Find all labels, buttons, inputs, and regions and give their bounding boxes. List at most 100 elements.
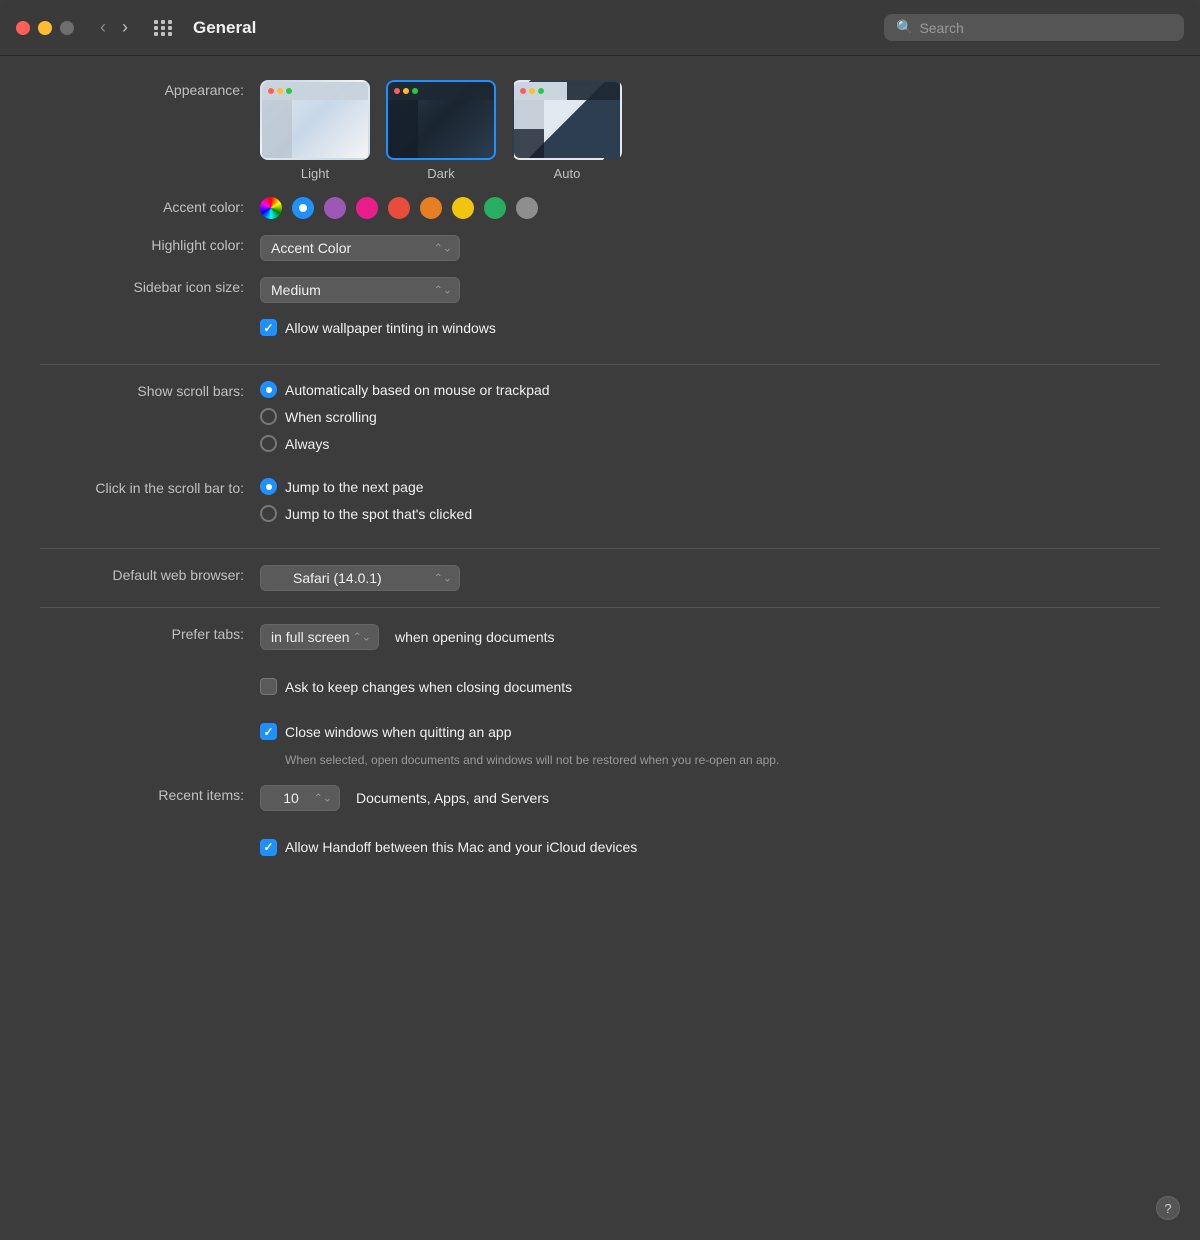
click-next-page-radio[interactable]	[260, 478, 277, 495]
default-browser-section: Default web browser: Safari (14.0.1) Chr…	[40, 565, 1160, 591]
apps-grid-icon[interactable]	[154, 20, 173, 36]
settings-content: Appearance:	[0, 56, 1200, 908]
scroll-bars-content: Automatically based on mouse or trackpad…	[260, 381, 1160, 462]
close-windows-check-icon: ✓	[263, 725, 273, 739]
forward-button[interactable]: ›	[116, 15, 134, 40]
scroll-always-label: Always	[285, 436, 329, 452]
highlight-color-select-wrapper: Accent Color Blue Purple Pink Red Orange…	[260, 235, 460, 261]
page-title: General	[193, 18, 872, 38]
accent-green[interactable]	[484, 197, 506, 219]
scroll-bars-label: Show scroll bars:	[40, 381, 260, 399]
sidebar-icon-size-section: Sidebar icon size: Small Medium Large	[40, 277, 1160, 303]
prefer-tabs-row: always in full screen manually when open…	[260, 624, 1160, 650]
ask-keep-changes-section: Ask to keep changes when closing documen…	[40, 678, 1160, 707]
recent-items-row: 5 10 15 20 30 50 None Documents, Apps, a…	[260, 785, 1160, 811]
recent-items-content: 5 10 15 20 30 50 None Documents, Apps, a…	[260, 785, 1160, 823]
wallpaper-tinting-row: ✓ Allow wallpaper tinting in windows	[260, 319, 1160, 336]
traffic-lights	[16, 21, 74, 35]
close-windows-spacer	[40, 723, 260, 725]
nav-buttons: ‹ ›	[94, 15, 134, 40]
accent-purple[interactable]	[324, 197, 346, 219]
close-button[interactable]	[16, 21, 30, 35]
accent-graphite[interactable]	[516, 197, 538, 219]
recent-items-section: Recent items: 5 10 15 20 30 50 None	[40, 785, 1160, 823]
handoff-row: ✓ Allow Handoff between this Mac and you…	[260, 839, 1160, 856]
help-button[interactable]: ?	[1156, 1196, 1180, 1220]
handoff-section: ✓ Allow Handoff between this Mac and you…	[40, 839, 1160, 868]
search-input[interactable]	[919, 20, 1172, 36]
help-icon: ?	[1164, 1201, 1171, 1216]
handoff-checkbox[interactable]: ✓	[260, 839, 277, 856]
divider-2	[40, 548, 1160, 549]
wallpaper-tinting-checkbox[interactable]: ✓	[260, 319, 277, 336]
sidebar-icon-size-select[interactable]: Small Medium Large	[260, 277, 460, 303]
ask-keep-changes-label: Ask to keep changes when closing documen…	[285, 679, 572, 695]
handoff-spacer	[40, 839, 260, 841]
divider-1	[40, 364, 1160, 365]
scroll-bars-section: Show scroll bars: Automatically based on…	[40, 381, 1160, 462]
click-spot-row: Jump to the spot that's clicked	[260, 505, 1160, 522]
accent-orange[interactable]	[420, 197, 442, 219]
highlight-color-content: Accent Color Blue Purple Pink Red Orange…	[260, 235, 1160, 261]
back-button[interactable]: ‹	[94, 15, 112, 40]
click-scroll-label: Click in the scroll bar to:	[40, 478, 260, 496]
appearance-content: Light	[260, 80, 1160, 181]
titlebar: ‹ › General 🔍	[0, 0, 1200, 56]
accent-multicolor[interactable]	[260, 197, 282, 219]
wallpaper-tinting-section: ✓ Allow wallpaper tinting in windows	[40, 319, 1160, 348]
ask-keep-changes-content: Ask to keep changes when closing documen…	[260, 678, 1160, 707]
close-windows-checkbox[interactable]: ✓	[260, 723, 277, 740]
appearance-option-dark[interactable]: Dark	[386, 80, 496, 181]
accent-red[interactable]	[388, 197, 410, 219]
highlight-color-section: Highlight color: Accent Color Blue Purpl…	[40, 235, 1160, 261]
appearance-options: Light	[260, 80, 1160, 181]
handoff-check-icon: ✓	[263, 840, 273, 854]
appearance-option-auto[interactable]: Auto	[512, 80, 622, 181]
appearance-label: Appearance:	[40, 80, 260, 98]
close-windows-section: ✓ Close windows when quitting an app Whe…	[40, 723, 1160, 769]
wallpaper-tinting-content: ✓ Allow wallpaper tinting in windows	[260, 319, 1160, 348]
search-box[interactable]: 🔍	[884, 14, 1184, 41]
appearance-option-light[interactable]: Light	[260, 80, 370, 181]
prefer-tabs-label: Prefer tabs:	[40, 624, 260, 642]
click-scroll-section: Click in the scroll bar to: Jump to the …	[40, 478, 1160, 532]
scroll-always-radio[interactable]	[260, 435, 277, 452]
minimize-button[interactable]	[38, 21, 52, 35]
wallpaper-tinting-label: Allow wallpaper tinting in windows	[285, 320, 496, 336]
accent-options	[260, 197, 1160, 219]
prefer-tabs-select-wrapper: always in full screen manually	[260, 624, 379, 650]
highlight-color-label: Highlight color:	[40, 235, 260, 253]
prefer-tabs-select[interactable]: always in full screen manually	[260, 624, 379, 650]
accent-yellow[interactable]	[452, 197, 474, 219]
close-windows-row: ✓ Close windows when quitting an app	[260, 723, 1160, 740]
accent-pink[interactable]	[356, 197, 378, 219]
prefer-tabs-content: always in full screen manually when open…	[260, 624, 1160, 662]
close-windows-content: ✓ Close windows when quitting an app Whe…	[260, 723, 1160, 769]
accent-blue[interactable]	[292, 197, 314, 219]
recent-items-select-wrapper: 5 10 15 20 30 50 None	[260, 785, 340, 811]
browser-select-row: Safari (14.0.1) Chrome Firefox	[260, 565, 1160, 591]
appearance-section: Appearance:	[40, 80, 1160, 181]
ask-keep-changes-checkbox[interactable]	[260, 678, 277, 695]
scroll-always-row: Always	[260, 435, 1160, 452]
appearance-label-auto: Auto	[554, 166, 581, 181]
appearance-label-dark: Dark	[427, 166, 454, 181]
scroll-auto-radio[interactable]	[260, 381, 277, 398]
scroll-auto-label: Automatically based on mouse or trackpad	[285, 382, 550, 398]
browser-select[interactable]: Safari (14.0.1) Chrome Firefox	[260, 565, 460, 591]
prefer-tabs-section: Prefer tabs: always in full screen manua…	[40, 624, 1160, 662]
maximize-button[interactable]	[60, 21, 74, 35]
recent-items-suffix: Documents, Apps, and Servers	[356, 790, 549, 806]
highlight-color-select[interactable]: Accent Color Blue Purple Pink Red Orange…	[260, 235, 460, 261]
handoff-content: ✓ Allow Handoff between this Mac and you…	[260, 839, 1160, 868]
scroll-auto-row: Automatically based on mouse or trackpad	[260, 381, 1160, 398]
recent-items-select[interactable]: 5 10 15 20 30 50 None	[260, 785, 340, 811]
click-spot-radio[interactable]	[260, 505, 277, 522]
browser-select-wrapper: Safari (14.0.1) Chrome Firefox	[260, 565, 460, 591]
default-browser-content: Safari (14.0.1) Chrome Firefox	[260, 565, 1160, 591]
scroll-scrolling-radio[interactable]	[260, 408, 277, 425]
appearance-label-light: Light	[301, 166, 329, 181]
close-windows-label: Close windows when quitting an app	[285, 724, 511, 740]
main-window: ‹ › General 🔍 Appearance:	[0, 0, 1200, 1240]
accent-color-section: Accent color:	[40, 197, 1160, 219]
